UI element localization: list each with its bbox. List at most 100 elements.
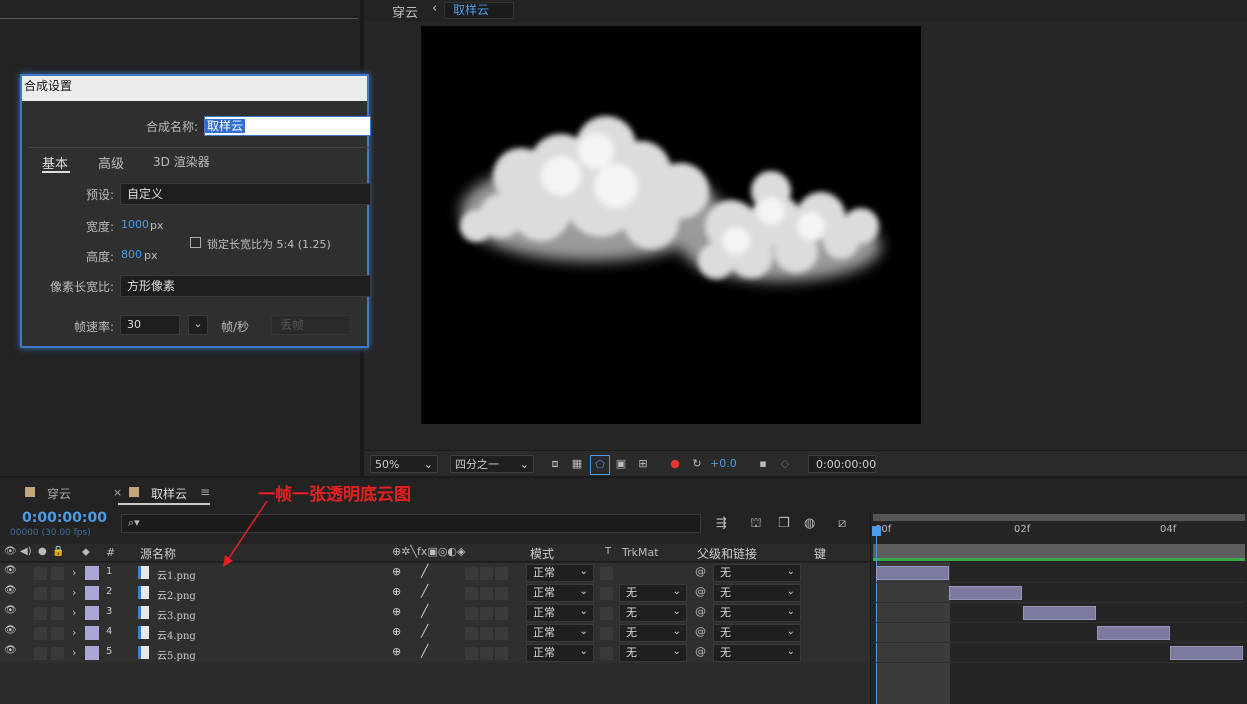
chevron-right-icon[interactable]: › <box>72 646 76 659</box>
quality-switch-icon[interactable]: ╱ <box>421 584 428 598</box>
switch-box[interactable] <box>480 647 493 660</box>
eye-icon[interactable]: 👁 <box>4 585 17 596</box>
close-icon[interactable]: × <box>113 486 122 499</box>
layer-source-name[interactable]: 云5.png <box>157 647 196 662</box>
layer-row[interactable]: 👁 › 5 云5.png ⊕ ╱ 正常 ⌄ 无 ⌄ @ 无 ⌄ <box>0 643 870 664</box>
audio-toggle[interactable] <box>34 567 47 580</box>
switch-box[interactable] <box>480 587 493 600</box>
layer-source-name[interactable]: 云3.png <box>157 607 196 622</box>
camera-snapshot-icon[interactable]: ▪ <box>754 455 772 473</box>
trkmat-dropdown[interactable]: 无 ⌄ <box>619 624 687 642</box>
layer-row[interactable]: 👁 › 2 云2.png ⊕ ╱ 正常 ⌄ 无 ⌄ @ 无 ⌄ <box>0 583 870 604</box>
lock-toggle[interactable] <box>51 627 64 640</box>
chevron-right-icon[interactable]: › <box>72 566 76 579</box>
tab-advanced[interactable]: 高级 <box>98 153 124 172</box>
switch-box[interactable] <box>495 627 508 640</box>
layer-row[interactable]: 👁 › 4 云4.png ⊕ ╱ 正常 ⌄ 无 ⌄ @ 无 ⌄ <box>0 623 870 644</box>
trkmat-dropdown[interactable]: 无 ⌄ <box>619 584 687 602</box>
work-area-bar[interactable] <box>873 514 1245 521</box>
label-color-swatch[interactable] <box>85 606 99 620</box>
parent-dropdown[interactable]: 无 ⌄ <box>713 624 801 642</box>
exposure-value[interactable]: +0.0 <box>710 455 737 473</box>
pixel-aspect-dropdown[interactable]: 方形像素 <box>120 275 371 297</box>
blend-mode-dropdown[interactable]: 正常 ⌄ <box>526 604 594 622</box>
quality-switch-icon[interactable]: ╱ <box>421 624 428 638</box>
mask-visibility-icon[interactable]: ⬠ <box>590 455 610 475</box>
preserve-transparency-toggle[interactable] <box>600 587 613 600</box>
audio-toggle[interactable] <box>34 647 47 660</box>
audio-toggle[interactable] <box>34 587 47 600</box>
layer-source-name[interactable]: 云4.png <box>157 627 196 642</box>
tab-3d-renderer[interactable]: 3D 渲染器 <box>153 153 210 170</box>
time-navigator-range[interactable] <box>873 544 1245 558</box>
lock-toggle[interactable] <box>51 647 64 660</box>
resolution-dropdown[interactable]: 四分之一 ⌄ <box>450 455 534 473</box>
current-time-field[interactable]: 0:00:00:00 <box>808 455 876 473</box>
region-of-interest-icon[interactable]: ▣ <box>612 455 630 473</box>
switch-box[interactable] <box>495 587 508 600</box>
layer-source-name[interactable]: 云1.png <box>157 567 196 582</box>
draft-3d-icon[interactable]: ⛫ <box>750 516 762 533</box>
blend-mode-dropdown[interactable]: 正常 ⌄ <box>526 644 594 662</box>
shy-switch-icon[interactable]: ⊕ <box>392 565 401 578</box>
layer-list-empty-area[interactable] <box>0 663 870 704</box>
eye-icon[interactable]: 👁 <box>4 605 17 616</box>
preserve-transparency-toggle[interactable] <box>600 567 613 580</box>
switch-box[interactable] <box>465 607 478 620</box>
label-color-swatch[interactable] <box>85 626 99 640</box>
layer-duration-bar[interactable] <box>1097 626 1170 640</box>
layer-search-input[interactable]: ⌕▾ <box>121 514 701 533</box>
trkmat-dropdown[interactable]: 无 ⌄ <box>619 644 687 662</box>
tab-comp-chuanyun[interactable]: 穿云 <box>47 485 71 502</box>
color-channels-icon[interactable]: ● <box>666 455 684 473</box>
switch-box[interactable] <box>495 647 508 660</box>
layer-track[interactable] <box>873 583 1245 603</box>
panel-menu-icon[interactable]: ≡ <box>200 485 210 499</box>
parent-pickwhip-icon[interactable]: @ <box>695 585 706 598</box>
preset-dropdown[interactable]: 自定义 <box>120 183 371 205</box>
zoom-dropdown[interactable]: 50% ⌄ <box>370 455 438 473</box>
layer-duration-bar[interactable] <box>949 586 1022 600</box>
chevron-right-icon[interactable]: › <box>72 606 76 619</box>
layer-duration-bar[interactable] <box>876 566 949 580</box>
composition-canvas[interactable] <box>421 26 921 424</box>
quality-switch-icon[interactable]: ╱ <box>421 644 428 658</box>
reset-exposure-icon[interactable]: ↻ <box>688 455 706 473</box>
parent-dropdown[interactable]: 无 ⌄ <box>713 644 801 662</box>
parent-dropdown[interactable]: 无 ⌄ <box>713 584 801 602</box>
layer-duration-bar[interactable] <box>1023 606 1096 620</box>
guides-icon[interactable]: ⊞ <box>634 455 652 473</box>
quality-switch-icon[interactable]: ╱ <box>421 564 428 578</box>
lock-toggle[interactable] <box>51 587 64 600</box>
layer-row[interactable]: 👁 › 3 云3.png ⊕ ╱ 正常 ⌄ 无 ⌄ @ 无 ⌄ <box>0 603 870 624</box>
parent-dropdown[interactable]: 无 ⌄ <box>713 604 801 622</box>
shy-switch-icon[interactable]: ⊕ <box>392 605 401 618</box>
motion-blur-icon[interactable]: ◍ <box>804 516 815 531</box>
preserve-transparency-toggle[interactable] <box>600 627 613 640</box>
layer-row[interactable]: 👁 › 1 云1.png ⊕ ╱ 正常 ⌄ @ 无 ⌄ <box>0 563 870 584</box>
parent-pickwhip-icon[interactable]: @ <box>695 625 706 638</box>
parent-pickwhip-icon[interactable]: @ <box>695 645 706 658</box>
timeline-timecode[interactable]: 0:00:00:00 <box>22 510 107 526</box>
chevron-right-icon[interactable]: › <box>72 626 76 639</box>
shy-switch-icon[interactable]: ⊕ <box>392 585 401 598</box>
parent-pickwhip-icon[interactable]: @ <box>695 565 706 578</box>
chevron-right-icon[interactable]: › <box>72 586 76 599</box>
blend-mode-dropdown[interactable]: 正常 ⌄ <box>526 624 594 642</box>
switch-box[interactable] <box>480 627 493 640</box>
blend-mode-dropdown[interactable]: 正常 ⌄ <box>526 564 594 582</box>
transparency-grid-icon[interactable]: ▦ <box>568 455 586 473</box>
preserve-transparency-toggle[interactable] <box>600 647 613 660</box>
layer-track[interactable] <box>873 623 1245 643</box>
frame-rate-input[interactable]: 30 <box>120 315 180 335</box>
quality-switch-icon[interactable]: ╱ <box>421 604 428 618</box>
eye-icon[interactable]: 👁 <box>4 645 17 656</box>
playhead-handle[interactable] <box>872 526 881 536</box>
frame-rate-dropdown-button[interactable]: ⌄ <box>188 315 208 335</box>
show-snapshot-icon[interactable]: ◇ <box>776 455 794 473</box>
height-value[interactable]: 800 <box>121 248 142 261</box>
trkmat-dropdown[interactable]: 无 ⌄ <box>619 604 687 622</box>
composition-flowchart-icon[interactable]: ⇶ <box>716 516 727 531</box>
blend-mode-dropdown[interactable]: 正常 ⌄ <box>526 584 594 602</box>
switch-box[interactable] <box>465 647 478 660</box>
